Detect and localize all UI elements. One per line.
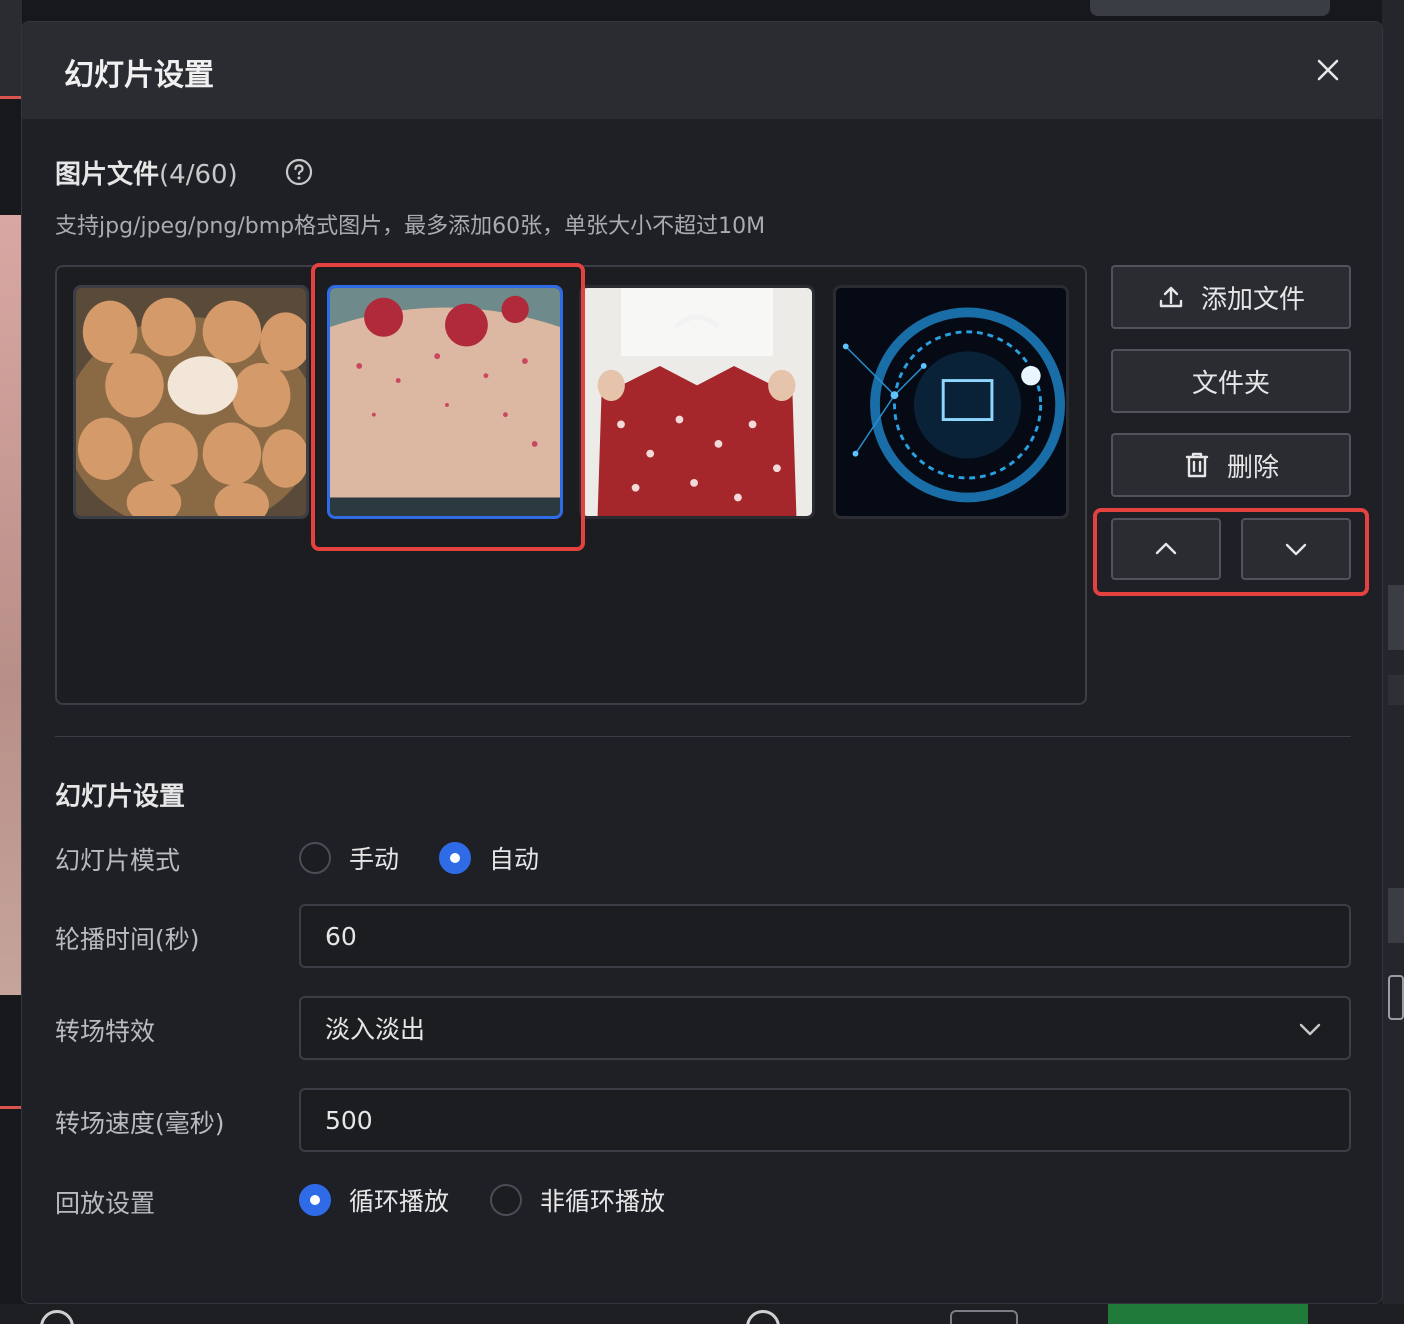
slideshow-section-title: 幻灯片设置 [55, 782, 186, 812]
speed-input[interactable]: 500 [299, 1088, 1351, 1152]
transition-label: 转场特效 [55, 1017, 156, 1046]
thumbnail-rose-cake[interactable] [327, 285, 563, 519]
move-down-button[interactable] [1241, 518, 1351, 580]
images-count: (4/60) [159, 160, 238, 190]
delete-label: 删除 [1226, 452, 1279, 483]
thumbnail-list [55, 265, 1087, 705]
background-panel [0, 0, 22, 96]
images-section-title: 图片文件(4/60) [55, 154, 238, 191]
section-divider [55, 736, 1351, 737]
upload-icon [1159, 286, 1183, 308]
mode-label: 幻灯片模式 [55, 846, 181, 875]
radio-indicator [439, 842, 471, 874]
dialog-title: 幻灯片设置 [64, 58, 214, 93]
radio-indicator [299, 1184, 331, 1216]
background-tag [950, 1310, 1018, 1324]
playback-noloop-radio[interactable]: 非循环播放 [490, 1182, 665, 1218]
speed-label: 转场速度(毫秒) [55, 1109, 225, 1138]
chevron-down-icon [1285, 543, 1307, 556]
transition-select[interactable]: 淡入淡出 [299, 996, 1351, 1060]
chevron-up-icon [1155, 542, 1177, 555]
mode-auto-radio[interactable]: 自动 [439, 840, 539, 876]
thumbnail-eggs[interactable] [73, 285, 309, 519]
background-block [1388, 888, 1404, 943]
background-icon [746, 1310, 780, 1324]
transition-value: 淡入淡出 [325, 1015, 426, 1044]
interval-value: 60 [325, 921, 357, 951]
images-hint: 支持jpg/jpeg/png/bmp格式图片，最多添加60张，单张大小不超过10… [55, 214, 766, 239]
mode-auto-label: 自动 [489, 845, 540, 874]
mode-manual-label: 手动 [349, 845, 400, 874]
delete-button[interactable]: 删除 [1111, 433, 1351, 497]
mode-manual-radio[interactable]: 手动 [299, 840, 399, 876]
thumbnail-shirt[interactable] [579, 285, 815, 519]
interval-input[interactable]: 60 [299, 904, 1351, 968]
background-block [1388, 585, 1404, 650]
question-circle-icon[interactable] [285, 158, 313, 186]
add-file-button[interactable]: 添加文件 [1111, 265, 1351, 329]
background-accent-line [0, 96, 22, 99]
move-up-button[interactable] [1111, 518, 1221, 580]
background-block [1388, 975, 1404, 1020]
folder-label: 文件夹 [1191, 368, 1270, 399]
background-footer [0, 1304, 1404, 1324]
speed-value: 500 [325, 1105, 373, 1135]
playback-noloop-label: 非循环播放 [540, 1187, 666, 1216]
thumbnail-tech[interactable] [833, 285, 1069, 519]
background-right-panel [1382, 0, 1404, 1324]
radio-indicator [490, 1184, 522, 1216]
background-tab [1090, 0, 1330, 16]
images-title: 图片文件 [55, 160, 160, 190]
slideshow-settings-dialog: 幻灯片设置 图片文件(4/60) 支持jpg/jpeg/png/bmp格式图片，… [21, 21, 1383, 1304]
playback-loop-radio[interactable]: 循环播放 [299, 1182, 449, 1218]
add-file-label: 添加文件 [1200, 284, 1305, 315]
background-accent-line [0, 1106, 22, 1109]
chevron-down-icon [1299, 1023, 1321, 1036]
dialog-header: 幻灯片设置 [22, 22, 1382, 119]
close-icon[interactable] [1312, 54, 1344, 86]
background-preview-image [0, 215, 22, 995]
interval-label: 轮播时间(秒) [55, 925, 200, 954]
background-button [1108, 1304, 1308, 1324]
folder-button[interactable]: 文件夹 [1111, 349, 1351, 413]
playback-loop-label: 循环播放 [349, 1187, 450, 1216]
trash-icon [1185, 452, 1209, 478]
background-block [1388, 675, 1404, 705]
radio-indicator [299, 842, 331, 874]
background-icon [40, 1310, 74, 1324]
playback-label: 回放设置 [55, 1189, 156, 1218]
